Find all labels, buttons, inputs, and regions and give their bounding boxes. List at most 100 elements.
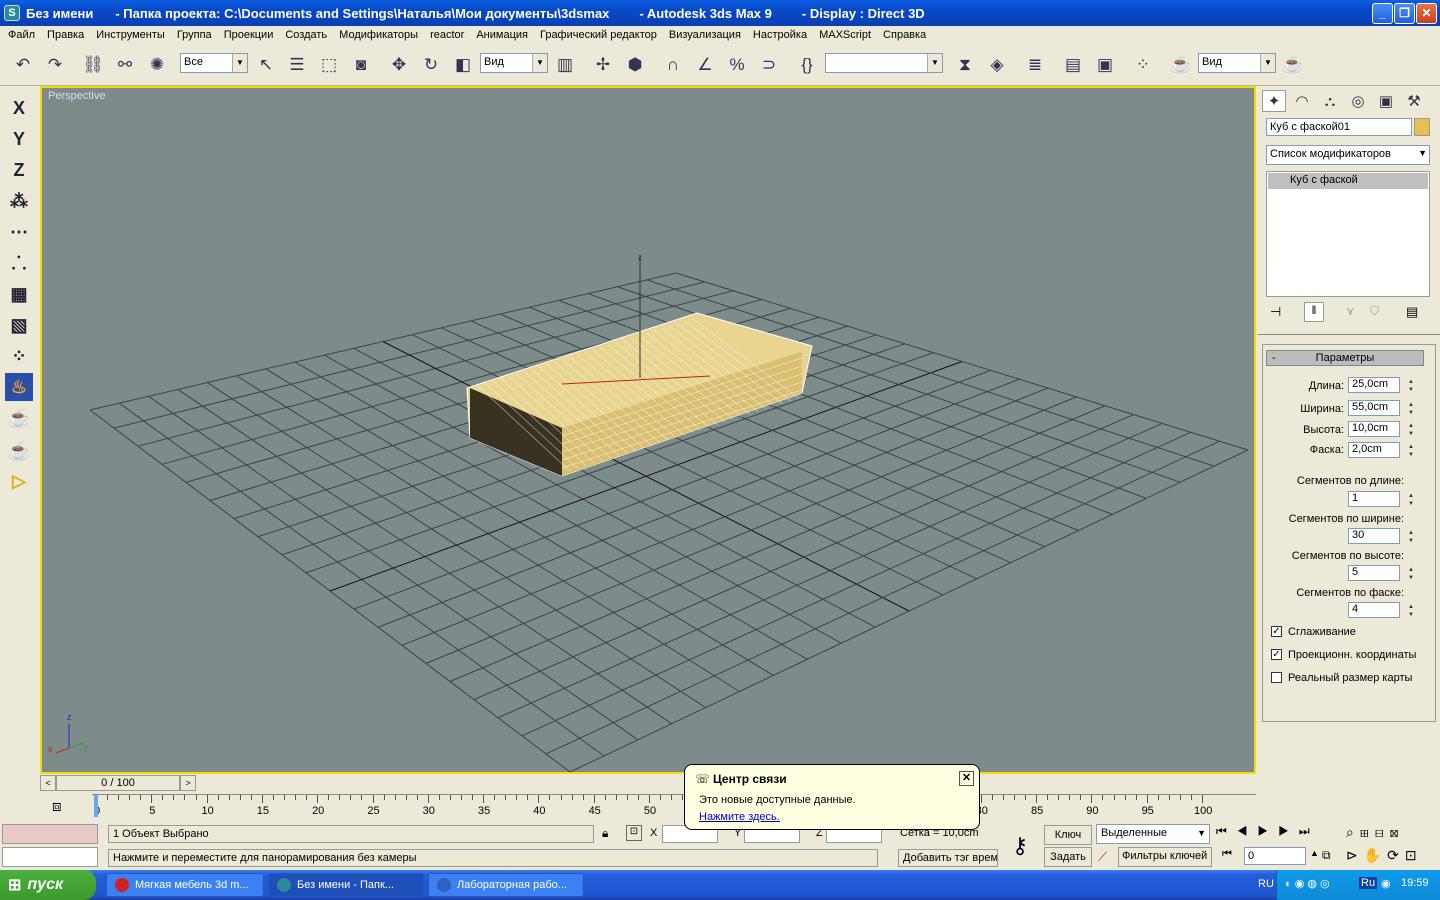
snapshot-icon[interactable]: ⸫: [5, 249, 33, 277]
rotate-icon[interactable]: ↻: [418, 53, 444, 77]
task-item-lab-work[interactable]: Лабораторная рабо...: [428, 873, 584, 897]
playback-controls[interactable]: ⏮◀▶▶⏭: [1216, 824, 1320, 839]
select-by-name-icon[interactable]: ☰: [284, 53, 310, 77]
lock-icon[interactable]: 🔒︎: [602, 826, 608, 841]
menu-customize[interactable]: Настройка: [747, 29, 813, 41]
select-manipulate-icon[interactable]: ✢: [590, 53, 616, 77]
current-frame-input[interactable]: 0: [1244, 847, 1306, 865]
minimize-button[interactable]: _: [1372, 3, 1393, 24]
render-view-dropdown[interactable]: Вид ▼: [1198, 53, 1276, 73]
rollout-header[interactable]: - Параметры: [1266, 350, 1424, 366]
fillet-segs-spinner[interactable]: ▲ ▼: [1406, 603, 1416, 619]
viewport-nav-top[interactable]: ⌕⊞⊟⊠: [1346, 824, 1405, 841]
width-segs-spinner[interactable]: ▲ ▼: [1406, 529, 1416, 545]
teapot-icon[interactable]: ☕: [5, 437, 33, 465]
perspective-viewport[interactable]: Perspective z z x y: [40, 86, 1256, 774]
real-world-map-checkbox[interactable]: [1271, 672, 1282, 683]
utilities-tab-icon[interactable]: ⚒: [1402, 90, 1426, 112]
quick-render-icon[interactable]: ☕: [1280, 53, 1306, 77]
pivot-center-icon[interactable]: ▥: [552, 53, 578, 77]
close-button[interactable]: ✕: [1416, 3, 1437, 24]
menu-file[interactable]: Файл: [2, 29, 41, 41]
maxscript-listener-white[interactable]: [2, 847, 98, 867]
reference-coordinate-dropdown[interactable]: Вид ▼: [480, 53, 548, 73]
menu-tools[interactable]: Инструменты: [90, 29, 171, 41]
menu-animation[interactable]: Анимация: [470, 29, 534, 41]
rectangular-selection-icon[interactable]: ⬚: [316, 53, 342, 77]
align-icon[interactable]: ◈: [984, 53, 1010, 77]
window-crossing-icon[interactable]: ◙: [348, 53, 374, 77]
scale-icon[interactable]: ◧: [450, 53, 476, 77]
move-icon[interactable]: ✥: [386, 53, 412, 77]
height-input[interactable]: 10,0cm: [1348, 421, 1400, 437]
current-frame-marker[interactable]: [94, 795, 98, 817]
normal-align-icon[interactable]: ▧: [5, 311, 33, 339]
maximize-button[interactable]: ❐: [1394, 3, 1415, 24]
menu-reactor[interactable]: reactor: [424, 29, 470, 41]
key-filters-button[interactable]: Фильтры ключей: [1118, 847, 1212, 867]
key-icon[interactable]: ⚷: [1000, 826, 1040, 866]
go-to-start-icon[interactable]: ⏮: [1222, 848, 1232, 861]
link-icon[interactable]: ⛓: [80, 53, 106, 77]
track-bar[interactable]: 0510152025303540455055606570758085909510…: [92, 794, 1256, 820]
modifier-list-dropdown[interactable]: Список модификаторов ▼: [1266, 145, 1430, 165]
array-icon[interactable]: ⋯: [5, 218, 33, 246]
object-color-swatch[interactable]: [1414, 118, 1430, 136]
length-spinner[interactable]: ▲ ▼: [1406, 378, 1416, 394]
spinner-snap-icon[interactable]: ⊃: [756, 53, 782, 77]
hierarchy-tab-icon[interactable]: ⛬: [1318, 90, 1342, 112]
stack-item[interactable]: Куб с фаской: [1268, 173, 1428, 189]
balloon-link[interactable]: Нажмите здесь.: [699, 811, 780, 823]
edit-named-selection-icon[interactable]: {}: [794, 53, 820, 77]
time-slider-prev-icon[interactable]: <: [40, 775, 56, 791]
smooth-checkbox[interactable]: ✓: [1271, 626, 1282, 637]
height-segs-input[interactable]: 5: [1348, 565, 1400, 581]
redo-icon[interactable]: ↷: [42, 53, 68, 77]
length-segs-spinner[interactable]: ▲ ▼: [1406, 492, 1416, 508]
configure-sets-icon[interactable]: ▤: [1406, 304, 1418, 320]
menu-rendering[interactable]: Визуализация: [663, 29, 747, 41]
select-object-icon[interactable]: ↖: [253, 53, 279, 77]
task-item-3dsmax[interactable]: Без имени - Папк...: [268, 873, 424, 897]
3ds-max-icon[interactable]: S: [4, 5, 20, 21]
language-indicator[interactable]: RU: [1258, 878, 1274, 890]
modifier-stack[interactable]: Куб с фаской: [1266, 171, 1430, 297]
gen-mapping-checkbox[interactable]: ✓: [1271, 649, 1282, 660]
display-tab-icon[interactable]: ▣: [1374, 90, 1398, 112]
add-time-tag-button[interactable]: Добавить тэг времени: [898, 849, 998, 867]
transform-mode-icon[interactable]: ⊡: [626, 825, 642, 841]
restrict-y-button[interactable]: Y: [5, 125, 33, 153]
balloon-close-icon[interactable]: ✕: [959, 771, 974, 786]
set-key-button[interactable]: Задать: [1044, 847, 1092, 867]
modify-tab-icon[interactable]: ◠: [1290, 90, 1314, 112]
menu-create[interactable]: Создать: [279, 29, 333, 41]
angle-snap-icon[interactable]: ∠: [692, 53, 718, 77]
teapot-render-icon[interactable]: ☕: [5, 404, 33, 432]
fire-effect-icon[interactable]: ♨: [5, 373, 33, 401]
auto-key-button[interactable]: Ключ: [1044, 825, 1092, 845]
bind-space-warp-icon[interactable]: ✺: [144, 53, 170, 77]
length-input[interactable]: 25,0cm: [1348, 377, 1400, 393]
spacing-tool-icon[interactable]: ▦: [5, 280, 33, 308]
menu-maxscript[interactable]: MAXScript: [813, 29, 877, 41]
object-name-field[interactable]: Куб с фаской01: [1266, 118, 1412, 136]
communication-center-balloon[interactable]: ☏ Центр связи ✕ Это новые доступные данн…: [684, 764, 980, 830]
menu-group[interactable]: Группа: [171, 29, 218, 41]
unlink-icon[interactable]: ⚯: [112, 53, 138, 77]
show-end-result-icon[interactable]: ‖: [1304, 302, 1324, 322]
restrict-z-button[interactable]: Z: [5, 156, 33, 184]
height-spinner[interactable]: ▲ ▼: [1406, 422, 1416, 438]
layer-manager-icon[interactable]: ≣: [1022, 53, 1048, 77]
restrict-x-button[interactable]: X: [5, 94, 33, 122]
undo-icon[interactable]: ↶: [10, 53, 36, 77]
material-editor-icon[interactable]: ⁘: [1130, 53, 1156, 77]
frame-spinner[interactable]: ▲: [1310, 848, 1319, 858]
schematic-view-icon[interactable]: ▣: [1092, 53, 1118, 77]
menu-views[interactable]: Проекции: [218, 29, 280, 41]
fillet-input[interactable]: 2,0cm: [1348, 442, 1400, 458]
maxscript-listener-pink[interactable]: [2, 824, 98, 844]
play-icon[interactable]: ▷: [5, 467, 33, 495]
materials-icon[interactable]: ⁘: [5, 342, 33, 370]
tray-icons[interactable]: ◐ ◉ ◍ ◎: [1285, 877, 1330, 890]
key-mode-dropdown[interactable]: Выделенные ▼: [1096, 824, 1210, 844]
